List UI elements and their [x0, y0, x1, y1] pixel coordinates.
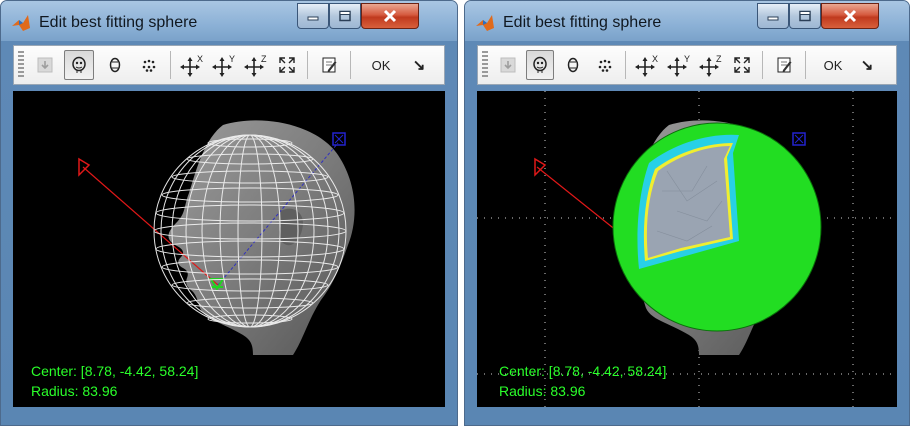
maximize-icon [799, 10, 811, 22]
3d-view[interactable]: Center: [8.78, -4.42, 58.24] Radius: 83.… [477, 91, 897, 407]
scalp-button[interactable] [559, 50, 587, 80]
svg-text:X: X [652, 54, 658, 64]
toolbar: X Y Z OK ↘ [477, 45, 897, 85]
move-y-button[interactable]: Y [664, 50, 694, 80]
matlab-icon [476, 15, 494, 31]
head-view-button[interactable] [526, 50, 554, 80]
move-z-button[interactable]: Z [696, 50, 726, 80]
expand-icon[interactable]: ↘ [407, 50, 431, 80]
electrodes-icon [142, 59, 156, 72]
window-title: Edit best fitting sphere [39, 14, 198, 31]
maximize-button[interactable] [329, 3, 361, 29]
close-icon [843, 9, 857, 23]
electrodes-button[interactable] [134, 50, 164, 80]
svg-text:X: X [197, 54, 203, 64]
ok-button[interactable]: OK [363, 50, 399, 80]
electrodes-button[interactable] [591, 50, 619, 80]
radius-text: Radius: 83.96 [499, 383, 586, 399]
svg-text:Z: Z [261, 54, 267, 64]
maximize-icon [339, 10, 351, 22]
svg-text:Y: Y [684, 54, 690, 64]
edit-icon [322, 57, 337, 73]
move-x-icon: X [635, 54, 658, 77]
radius-text: Radius: 83.96 [31, 383, 118, 399]
x-axis-line [536, 166, 618, 232]
scalp-icon [567, 57, 579, 73]
matlab-icon [12, 15, 30, 31]
edit-icon [777, 57, 792, 73]
move-y-icon: Y [667, 54, 690, 77]
toolbar-grip [482, 51, 488, 79]
close-icon [383, 9, 397, 23]
resize-icon [279, 57, 295, 73]
resize-icon [734, 57, 750, 73]
move-y-button[interactable]: Y [209, 50, 239, 80]
head-scene [78, 120, 355, 355]
center-text: Center: [8.78, -4.42, 58.24] [31, 363, 199, 379]
load-button[interactable] [30, 50, 60, 80]
toolbar-grip [18, 51, 24, 79]
move-z-icon: Z [244, 54, 267, 77]
title-bar[interactable]: Edit best fitting sphere [465, 1, 909, 41]
toolbar: X Y Z OK ↘ [13, 45, 445, 85]
3d-view[interactable]: Center: [8.78, -4.42, 58.24] Radius: 83.… [13, 91, 445, 407]
window-left: Edit best fitting sphere X Y Z OK ↘ Cent… [0, 0, 458, 426]
x-axis-marker [78, 157, 91, 177]
resize-button[interactable] [273, 50, 301, 80]
move-z-button[interactable]: Z [241, 50, 271, 80]
head-icon [72, 56, 86, 73]
scalp-icon [109, 57, 121, 73]
minimize-button[interactable] [757, 3, 789, 29]
electrodes-icon [598, 59, 612, 72]
head-scene [477, 91, 897, 407]
center-text: Center: [8.78, -4.42, 58.24] [499, 363, 667, 379]
svg-text:Y: Y [229, 54, 235, 64]
maximize-button[interactable] [789, 3, 821, 29]
move-x-button[interactable]: X [177, 50, 207, 80]
solid-sphere [612, 122, 822, 332]
minimize-icon [767, 16, 779, 21]
sphere-info: Center: [8.78, -4.42, 58.24] Radius: 83.… [31, 361, 198, 401]
sphere-info: Center: [8.78, -4.42, 58.24] Radius: 83.… [499, 361, 666, 401]
expand-icon[interactable]: ↘ [856, 50, 878, 80]
resize-button[interactable] [728, 50, 756, 80]
window-title: Edit best fitting sphere [503, 14, 662, 31]
svg-text:Z: Z [716, 54, 722, 64]
head-icon [533, 56, 547, 73]
load-icon [37, 57, 53, 73]
move-x-icon: X [180, 54, 203, 77]
move-z-icon: Z [699, 54, 722, 77]
move-y-icon: Y [212, 54, 235, 77]
window-right: Edit best fitting sphere X Y Z OK ↘ Cent… [464, 0, 910, 426]
close-button[interactable] [821, 3, 879, 29]
edit-button[interactable] [314, 50, 344, 80]
scalp-button[interactable] [100, 50, 130, 80]
ok-button[interactable]: OK [816, 50, 850, 80]
edit-button[interactable] [769, 50, 799, 80]
title-bar[interactable]: Edit best fitting sphere [1, 1, 457, 41]
minimize-button[interactable] [297, 3, 329, 29]
move-x-button[interactable]: X [632, 50, 662, 80]
close-button[interactable] [361, 3, 419, 29]
head-view-button[interactable] [64, 50, 94, 80]
minimize-icon [307, 16, 319, 21]
load-button[interactable] [494, 50, 522, 80]
load-icon [500, 57, 516, 73]
